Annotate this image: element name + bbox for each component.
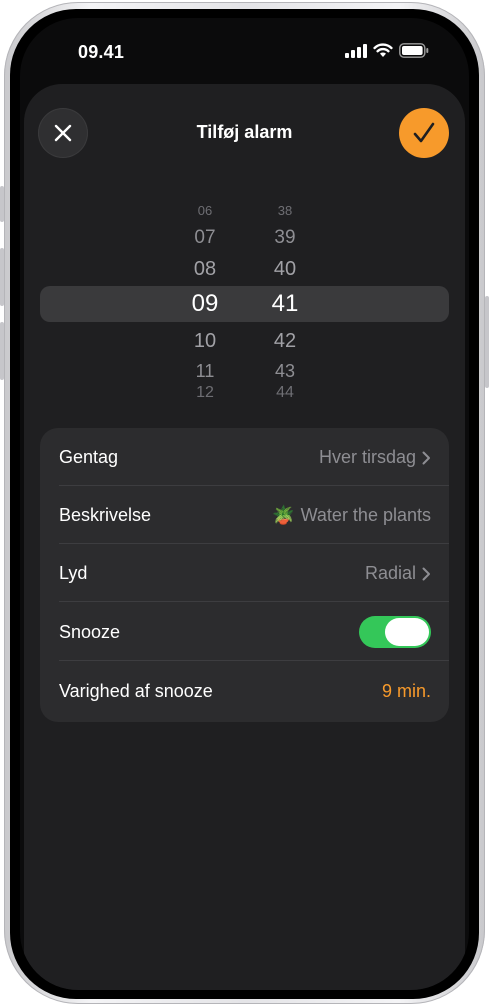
description-label: Beskrivelse	[59, 505, 152, 525]
snooze-duration-label: Varighed af snooze	[59, 681, 213, 701]
selected-hour[interactable]: 09	[175, 290, 235, 318]
minute-option[interactable]: 38	[255, 204, 315, 218]
chevron-right-icon	[422, 451, 430, 464]
snooze-duration-row[interactable]: Varighed af snooze 9 min.	[40, 662, 449, 720]
row-divider	[59, 601, 449, 602]
minute-option[interactable]: 42	[255, 330, 315, 353]
snooze-duration-value: 9 min.	[381, 681, 431, 701]
description-value-group[interactable]: 🪴 Water the plants	[272, 505, 431, 526]
repeat-value-group: Hver tirsdag	[319, 447, 431, 468]
volume-down-button	[0, 322, 4, 380]
potted-plant-icon: 🪴	[272, 505, 295, 525]
battery-icon	[399, 43, 429, 58]
alarm-settings-list: Gentag Hver tirsdag Beskrivelse 🪴 Water …	[40, 428, 449, 722]
power-button	[485, 296, 489, 388]
minute-option[interactable]: 40	[255, 258, 315, 281]
wifi-icon	[373, 43, 393, 57]
cellular-signal-icon	[345, 43, 367, 58]
snooze-row: Snooze	[40, 603, 449, 661]
minute-wheel[interactable]: 38 39 40 41 42 43 44	[255, 184, 315, 397]
hour-option[interactable]: 07	[175, 227, 235, 249]
minute-option[interactable]: 43	[255, 361, 315, 382]
selected-minute[interactable]: 41	[255, 290, 315, 318]
hour-wheel[interactable]: 06 07 08 09 10 11 12	[175, 184, 235, 397]
description-row[interactable]: Beskrivelse 🪴 Water the plants	[40, 486, 449, 544]
status-icons	[345, 43, 429, 58]
confirm-button[interactable]	[399, 108, 449, 158]
sound-label: Lyd	[59, 563, 88, 583]
chevron-right-icon	[422, 567, 430, 580]
minute-option[interactable]: 44	[255, 385, 315, 397]
repeat-row[interactable]: Gentag Hver tirsdag	[40, 428, 449, 486]
minute-option[interactable]: 39	[255, 227, 315, 249]
hour-option[interactable]: 10	[175, 330, 235, 353]
hour-option[interactable]: 06	[175, 204, 235, 218]
sound-value: Radial	[364, 563, 416, 583]
repeat-label: Gentag	[59, 447, 119, 467]
status-time: 09.41	[78, 42, 125, 62]
hour-option[interactable]: 12	[175, 385, 235, 397]
picker-selection-band	[40, 286, 449, 322]
snooze-toggle[interactable]	[359, 616, 431, 648]
row-divider	[59, 660, 449, 661]
hour-option[interactable]: 08	[175, 258, 235, 281]
checkmark-icon	[413, 122, 435, 143]
add-alarm-sheet: Tilføj alarm 06 07 08 09 10 11 12 38 39 …	[24, 84, 465, 990]
sound-value-group: Radial	[365, 563, 431, 584]
time-picker[interactable]: 06 07 08 09 10 11 12 38 39 40 41 42 43 4…	[24, 184, 465, 397]
volume-up-button	[0, 248, 4, 306]
description-value: Water the plants	[300, 505, 431, 525]
sound-row[interactable]: Lyd Radial	[40, 544, 449, 602]
snooze-label: Snooze	[59, 622, 121, 642]
action-button	[0, 186, 4, 222]
repeat-value: Hver tirsdag	[318, 447, 416, 467]
screen: 09.41 Tilføj alarm 06 07 08 09 10 11 12 …	[20, 18, 469, 990]
toggle-knob	[385, 618, 429, 646]
hour-option[interactable]: 11	[175, 361, 235, 382]
